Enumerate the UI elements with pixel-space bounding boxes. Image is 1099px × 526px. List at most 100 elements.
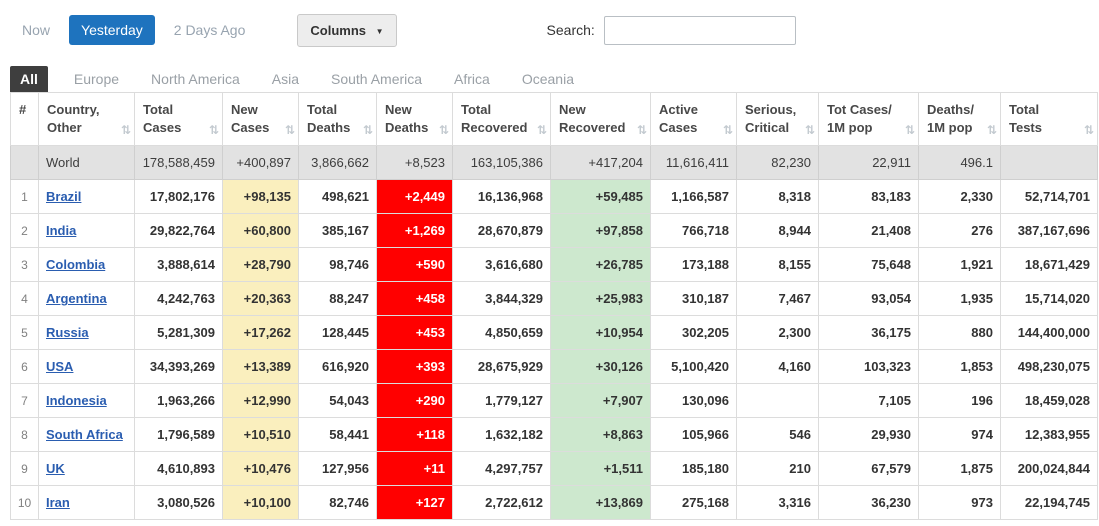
region-tab-africa[interactable]: Africa [444,66,500,92]
country-row: 2India29,822,764+60,800385,167+1,26928,6… [11,214,1098,248]
new-cases-cell: +12,990 [223,384,299,418]
new-recovered-cell: +26,785 [551,248,651,282]
new-deaths-cell: +290 [377,384,453,418]
sort-icon[interactable]: ⇅ [439,124,449,136]
column-header-total-tests[interactable]: Total Tests⇅ [1001,93,1098,146]
new-deaths-cell: +2,449 [377,180,453,214]
sort-icon[interactable]: ⇅ [905,124,915,136]
rank-cell: 8 [11,418,39,452]
region-tab-oceania[interactable]: Oceania [512,66,584,92]
new-cases-cell: +20,363 [223,282,299,316]
total-recovered-cell: 1,632,182 [453,418,551,452]
deaths-1m-cell: 974 [919,418,1001,452]
total-deaths-cell: 616,920 [299,350,377,384]
column-header-label: Total Deaths [307,101,350,137]
new-recovered-cell: +1,511 [551,452,651,486]
total-cases-cell: 5,281,309 [135,316,223,350]
active-cases-cell: 130,096 [651,384,737,418]
country-row: 6USA34,393,269+13,389616,920+39328,675,9… [11,350,1098,384]
serious-critical-cell: 8,318 [737,180,819,214]
country-link[interactable]: Argentina [46,291,107,306]
new-cases-cell: +98,135 [223,180,299,214]
new-deaths-cell: +458 [377,282,453,316]
rank-cell: 5 [11,316,39,350]
total-tests-cell: 18,459,028 [1001,384,1098,418]
sort-icon[interactable]: ⇅ [805,124,815,136]
time-tab-yesterday[interactable]: Yesterday [69,15,155,45]
column-header-total-cases[interactable]: Total Cases⇅ [135,93,223,146]
caret-down-icon: ▼ [376,27,384,36]
country-link[interactable]: USA [46,359,73,374]
sort-icon[interactable]: ⇅ [121,124,131,136]
total-tests-cell [1001,146,1098,180]
new-recovered-cell: +10,954 [551,316,651,350]
country-link[interactable]: Colombia [46,257,105,272]
columns-dropdown-button[interactable]: Columns ▼ [297,14,396,47]
region-tab-europe[interactable]: Europe [64,66,129,92]
serious-critical-cell: 82,230 [737,146,819,180]
country-row: 9UK4,610,893+10,476127,956+114,297,757+1… [11,452,1098,486]
sort-icon[interactable]: ⇅ [1084,124,1094,136]
column-header-serious-critical[interactable]: Serious, Critical⇅ [737,93,819,146]
active-cases-cell: 310,187 [651,282,737,316]
country-cell: Russia [39,316,135,350]
tot-cases-1m-cell: 36,175 [819,316,919,350]
table-body: World178,588,459+400,8973,866,662+8,5231… [11,146,1098,520]
total-recovered-cell: 163,105,386 [453,146,551,180]
total-recovered-cell: 3,844,329 [453,282,551,316]
deaths-1m-cell: 1,853 [919,350,1001,384]
new-recovered-cell: +7,907 [551,384,651,418]
region-tab-all[interactable]: All [10,66,48,92]
column-header-active-cases[interactable]: Active Cases⇅ [651,93,737,146]
country-link[interactable]: Iran [46,495,70,510]
sort-icon[interactable]: ⇅ [723,124,733,136]
country-link[interactable]: India [46,223,76,238]
total-tests-cell: 12,383,955 [1001,418,1098,452]
new-deaths-cell: +8,523 [377,146,453,180]
column-header-tot-cases-1m[interactable]: Tot Cases/ 1M pop⇅ [819,93,919,146]
total-tests-cell: 52,714,701 [1001,180,1098,214]
sort-icon[interactable]: ⇅ [285,124,295,136]
country-link[interactable]: UK [46,461,65,476]
column-header-label: New Recovered [559,101,625,137]
search-input[interactable] [604,16,796,45]
region-tab-south-america[interactable]: South America [321,66,432,92]
deaths-1m-cell: 196 [919,384,1001,418]
column-header-new-deaths[interactable]: New Deaths⇅ [377,93,453,146]
region-tab-asia[interactable]: Asia [262,66,309,92]
column-header-country[interactable]: Country, Other⇅ [39,93,135,146]
total-cases-cell: 1,963,266 [135,384,223,418]
column-header-deaths-1m[interactable]: Deaths/ 1M pop⇅ [919,93,1001,146]
tot-cases-1m-cell: 21,408 [819,214,919,248]
column-header-total-deaths[interactable]: Total Deaths ⇅ [299,93,377,146]
new-recovered-cell: +30,126 [551,350,651,384]
time-tab-now[interactable]: Now [10,15,62,45]
region-tab-north-america[interactable]: North America [141,66,250,92]
country-link[interactable]: Indonesia [46,393,107,408]
sort-icon[interactable]: ⇅ [209,124,219,136]
sort-icon[interactable]: ⇅ [537,124,547,136]
serious-critical-cell: 8,944 [737,214,819,248]
tot-cases-1m-cell: 93,054 [819,282,919,316]
time-tab-2-days-ago[interactable]: 2 Days Ago [162,15,258,45]
country-link[interactable]: South Africa [46,427,123,442]
serious-critical-cell: 546 [737,418,819,452]
total-cases-cell: 4,610,893 [135,452,223,486]
active-cases-cell: 1,166,587 [651,180,737,214]
sort-icon[interactable]: ⇅ [987,124,997,136]
country-link[interactable]: Russia [46,325,89,340]
new-recovered-cell: +417,204 [551,146,651,180]
serious-critical-cell: 4,160 [737,350,819,384]
page: Now Yesterday 2 Days Ago Columns ▼ Searc… [0,0,1099,526]
deaths-1m-cell: 880 [919,316,1001,350]
total-cases-cell: 34,393,269 [135,350,223,384]
sort-icon[interactable]: ⇅ [363,124,373,136]
column-header-total-recovered[interactable]: Total Recovered⇅ [453,93,551,146]
serious-critical-cell [737,384,819,418]
country-row: 5Russia5,281,309+17,262128,445+4534,850,… [11,316,1098,350]
active-cases-cell: 105,966 [651,418,737,452]
country-link[interactable]: Brazil [46,189,81,204]
column-header-new-recovered[interactable]: New Recovered ⇅ [551,93,651,146]
sort-icon[interactable]: ⇅ [637,124,647,136]
column-header-new-cases[interactable]: New Cases⇅ [223,93,299,146]
